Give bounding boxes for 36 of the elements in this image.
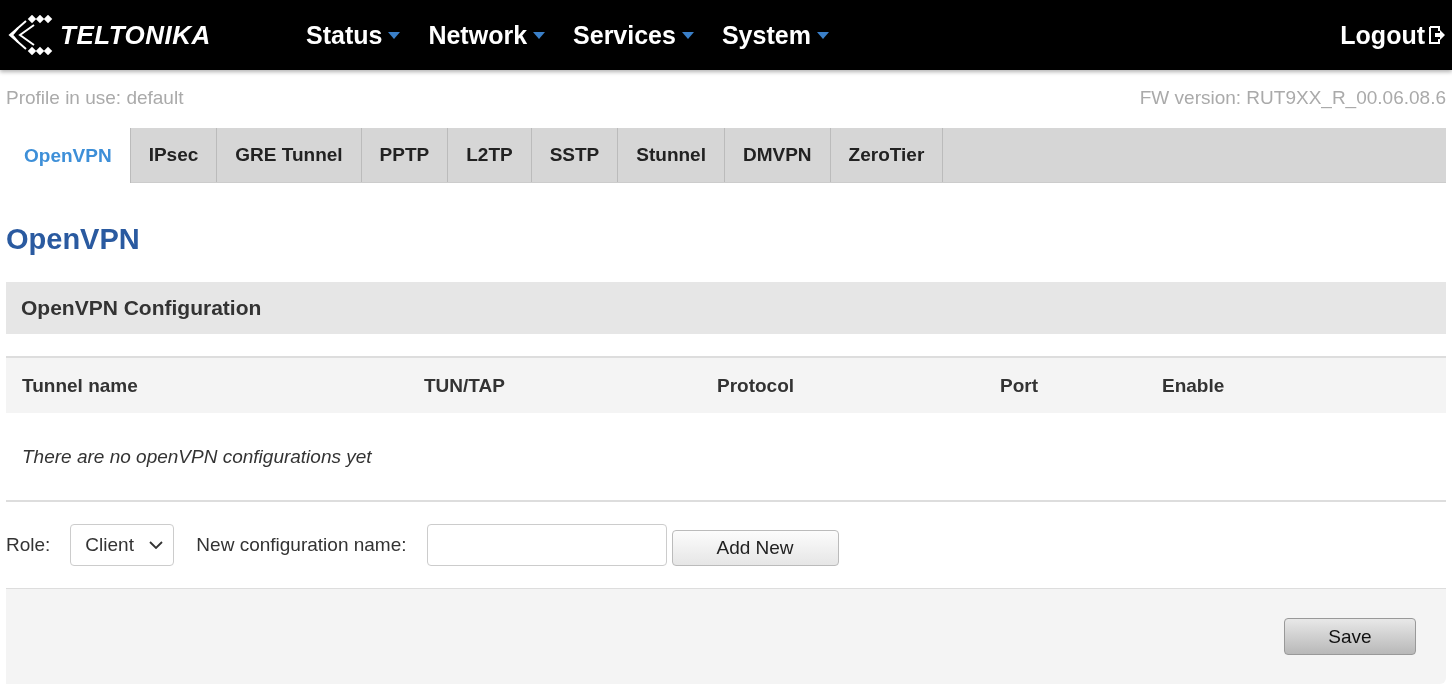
empty-table-message: There are no openVPN configurations yet <box>22 445 372 468</box>
caret-icon <box>681 31 694 39</box>
configuration-name-input[interactable] <box>426 524 667 566</box>
tab[interactable]: IPsec <box>130 128 218 182</box>
tab[interactable]: GRE Tunnel <box>217 128 362 182</box>
firmware-version-text: FW version: RUT9XX_R_00.06.08.6 <box>1139 87 1446 109</box>
column-header: Tunnel name <box>22 374 139 397</box>
tab[interactable]: DMVPN <box>724 128 831 182</box>
column-header: Enable <box>1162 374 1226 397</box>
page-title: OpenVPN <box>6 223 141 256</box>
configuration-name-label: New configuration name: <box>196 534 407 556</box>
tab[interactable]: ZeroTier <box>830 128 944 182</box>
brand-logo-text: TELTONIKA <box>60 19 211 51</box>
role-dropdown[interactable]: Client <box>70 524 175 566</box>
menu-item[interactable]: Status <box>306 20 401 50</box>
caret-icon <box>533 31 546 39</box>
tab[interactable]: SSTP <box>531 128 619 182</box>
tab[interactable]: PPTP <box>361 128 449 182</box>
caret-icon <box>816 31 829 39</box>
profile-text: Profile in use: default <box>6 87 184 109</box>
menu-item[interactable]: Services <box>573 20 694 50</box>
save-button[interactable]: Save <box>1284 618 1416 655</box>
column-header: TUN/TAP <box>424 374 506 397</box>
caret-icon <box>388 31 401 39</box>
column-header: Protocol <box>717 374 796 397</box>
menu-item[interactable]: Network <box>428 20 546 50</box>
logout-link[interactable]: Logout <box>1340 20 1446 50</box>
add-new-button[interactable]: Add New <box>671 530 839 566</box>
tab[interactable]: Stunnel <box>618 128 725 182</box>
section-header: OpenVPN Configuration <box>6 282 1446 334</box>
column-header: Port <box>1000 374 1039 397</box>
menu-item[interactable]: System <box>721 20 829 50</box>
tab[interactable]: L2TP <box>448 128 532 182</box>
chevron-down-icon <box>149 541 164 549</box>
logout-icon <box>1428 25 1446 45</box>
role-label: Role: <box>6 534 51 556</box>
